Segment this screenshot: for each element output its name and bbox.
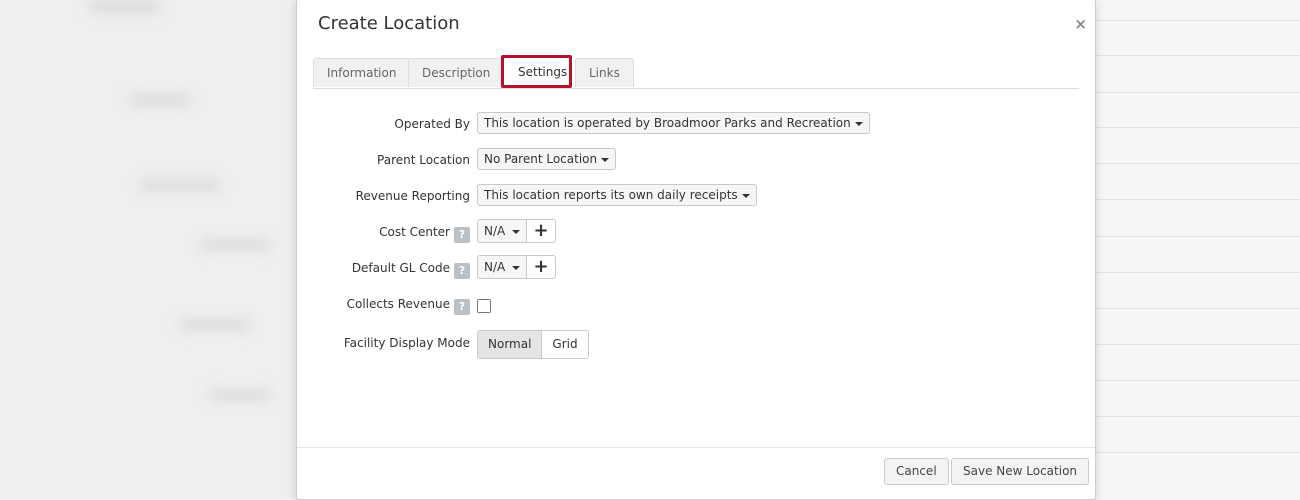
help-icon[interactable]: ? [454, 227, 470, 243]
revenue-reporting-label: Revenue Reporting [355, 189, 470, 203]
default-gl-code-row: Default GL Code? N/A + [297, 255, 1095, 280]
caret-down-icon [601, 158, 610, 162]
add-gl-code-button[interactable]: + [527, 255, 556, 279]
modal-title: Create Location [318, 13, 460, 34]
caret-down-icon [512, 266, 520, 270]
cost-center-value: N/A [484, 224, 506, 238]
background-row-line [1095, 344, 1300, 345]
cancel-button[interactable]: Cancel [884, 458, 949, 485]
collects-revenue-row: Collects Revenue? [297, 292, 1095, 316]
background-blur [200, 240, 270, 250]
help-icon[interactable]: ? [454, 263, 470, 279]
parent-location-label: Parent Location [377, 153, 470, 167]
background-blur [90, 0, 160, 12]
background-blur [130, 95, 190, 105]
background-row-line [1095, 127, 1300, 128]
cost-center-row: Cost Center? N/A + [297, 219, 1095, 244]
parent-location-select[interactable]: No Parent Location [477, 148, 617, 170]
facility-display-mode-row: Facility Display Mode Normal Grid [297, 330, 1095, 359]
operated-by-value: This location is operated by Broadmoor P… [484, 116, 851, 130]
collects-revenue-checkbox[interactable] [477, 299, 491, 313]
revenue-reporting-value: This location reports its own daily rece… [484, 188, 738, 202]
background-row-line [1095, 92, 1300, 93]
operated-by-select[interactable]: This location is operated by Broadmoor P… [477, 112, 870, 134]
collects-revenue-label: Collects Revenue [346, 297, 450, 311]
background-blur [140, 180, 220, 190]
default-gl-code-label: Default GL Code [351, 261, 450, 275]
display-mode-grid-button[interactable]: Grid [542, 331, 588, 358]
default-gl-code-label-wrap: Default GL Code? [352, 261, 470, 279]
default-gl-code-select[interactable]: N/A [477, 255, 527, 279]
background-row-line [1095, 163, 1300, 164]
parent-location-row: Parent Location No Parent Location [297, 148, 1095, 172]
facility-display-mode-toggle: Normal Grid [477, 330, 589, 359]
facility-display-mode-label: Facility Display Mode [343, 336, 470, 350]
tab-information[interactable]: Information [313, 58, 411, 87]
parent-location-value: No Parent Location [484, 152, 598, 166]
caret-down-icon [512, 230, 520, 234]
background-blur [180, 320, 250, 330]
background-row-line [1095, 452, 1300, 453]
save-new-location-button[interactable]: Save New Location [951, 458, 1090, 485]
caret-down-icon [854, 122, 863, 126]
background-right-panel [1095, 0, 1300, 499]
cost-center-select[interactable]: N/A [477, 219, 527, 243]
background-row-line [1095, 20, 1300, 21]
background-row-line [1095, 199, 1300, 200]
revenue-reporting-row: Revenue Reporting This location reports … [297, 184, 1095, 208]
tab-description[interactable]: Description [408, 58, 505, 87]
tab-links[interactable]: Links [575, 58, 634, 87]
caret-down-icon [741, 194, 750, 198]
add-cost-center-button[interactable]: + [527, 219, 556, 243]
collects-revenue-label-wrap: Collects Revenue? [347, 297, 470, 315]
display-mode-normal-button[interactable]: Normal [478, 331, 543, 358]
create-location-modal: Create Location × Information Descriptio… [296, 0, 1096, 500]
revenue-reporting-select[interactable]: This location reports its own daily rece… [477, 184, 757, 206]
operated-by-row: Operated By This location is operated by… [297, 112, 1095, 136]
background-row-line [1095, 308, 1300, 309]
background-row-line [1095, 380, 1300, 381]
settings-tab-highlight [501, 55, 572, 88]
help-icon[interactable]: ? [454, 299, 470, 315]
background-row-line [1095, 416, 1300, 417]
footer-divider [297, 447, 1095, 448]
tab-bar: Information Description Settings Links [313, 58, 1079, 89]
close-icon[interactable]: × [1074, 15, 1087, 33]
cost-center-label-wrap: Cost Center? [379, 225, 470, 243]
background-row-line [1095, 236, 1300, 237]
background-row-line [1095, 272, 1300, 273]
cost-center-label: Cost Center [379, 225, 450, 239]
background-row-line [1095, 55, 1300, 56]
background-blur [210, 390, 270, 400]
operated-by-label: Operated By [394, 117, 470, 131]
default-gl-code-value: N/A [484, 260, 506, 274]
